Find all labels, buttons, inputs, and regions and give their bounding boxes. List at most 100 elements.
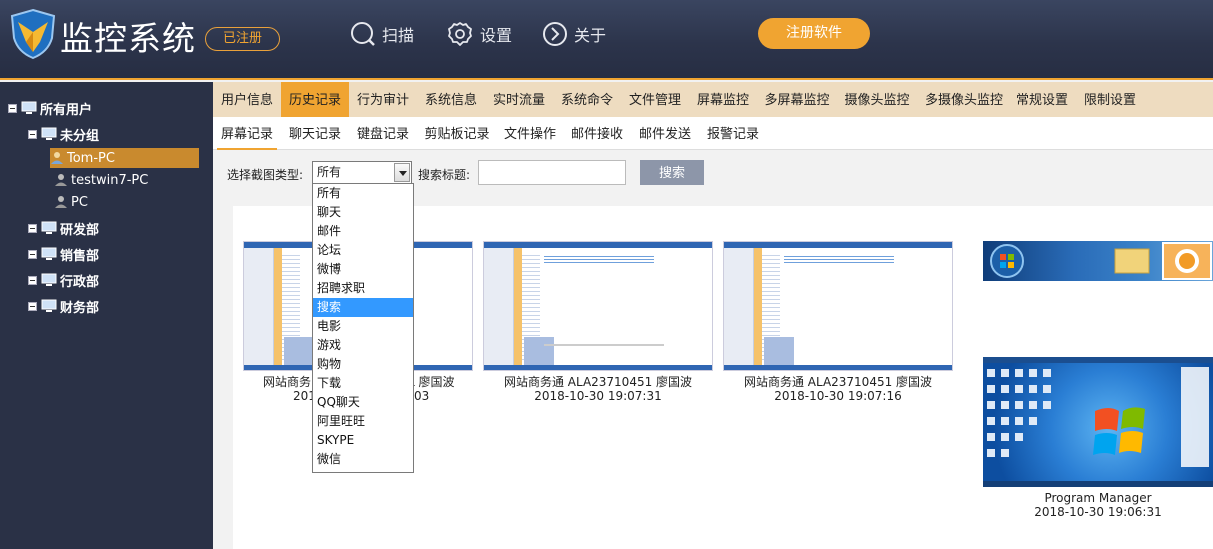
user-tree-sidebar: 所有用户 未分组 Tom-PC testwin7-PC PC 研发部 销售部 行… (0, 82, 213, 549)
computer-group-icon (41, 127, 57, 140)
screenshot-title: 网站商务通 ALA23710451 廖国波 (743, 375, 933, 389)
tree-user-pc[interactable]: PC (54, 192, 88, 212)
dropdown-option[interactable]: 阿里旺旺 (313, 412, 413, 431)
dropdown-option[interactable]: 微博 (313, 260, 413, 279)
tree-user-tom-pc[interactable]: Tom-PC (50, 148, 199, 168)
tree-group-rd[interactable]: 研发部 (28, 218, 99, 238)
register-software-button[interactable]: 注册软件 (758, 18, 870, 49)
subtab-keyboard-records[interactable]: 键盘记录 (349, 117, 417, 150)
about-nav-button[interactable]: 关于 (542, 20, 606, 48)
screenshot-time: 2018-10-30 19:07:16 (774, 389, 902, 403)
collapse-toggle-icon[interactable] (28, 223, 37, 233)
select-value: 所有 (317, 165, 342, 179)
tab-realtime-traffic[interactable]: 实时流量 (485, 82, 553, 117)
user-icon (51, 152, 63, 164)
dropdown-option[interactable]: SKYPE (313, 431, 413, 450)
dropdown-option[interactable]: 招聘求职 (313, 279, 413, 298)
dropdown-option-highlighted[interactable]: 搜索 (313, 298, 413, 317)
tab-system-info[interactable]: 系统信息 (417, 82, 485, 117)
screenshot-title: Program Manager (1044, 491, 1152, 505)
tree-label: 所有用户 (40, 102, 93, 118)
registered-badge: 已注册 (205, 27, 280, 51)
tree-group-admin[interactable]: 行政部 (28, 270, 99, 290)
screenshot-type-select[interactable]: 所有 (312, 161, 412, 184)
tree-label: 未分组 (60, 128, 100, 144)
collapse-toggle-icon[interactable] (8, 103, 17, 113)
dropdown-option[interactable]: 游戏 (313, 336, 413, 355)
dropdown-option[interactable]: QQ聊天 (313, 393, 413, 412)
tree-label: Tom-PC (67, 150, 115, 166)
user-icon (55, 196, 67, 208)
computer-group-icon (41, 221, 57, 234)
dropdown-option[interactable]: 电影 (313, 317, 413, 336)
screenshot-thumbnail[interactable] (483, 241, 713, 371)
dropdown-option[interactable]: 下载 (313, 374, 413, 393)
screenshot-thumbnail[interactable] (983, 357, 1213, 487)
settings-nav-button[interactable]: 设置 (446, 20, 512, 48)
screenshot-time: 03 (414, 389, 430, 403)
taskbar-preview-icon (990, 242, 1212, 280)
tree-label: 销售部 (60, 248, 100, 264)
tree-label: 研发部 (60, 222, 100, 238)
tab-general-settings[interactable]: 常规设置 (1011, 82, 1073, 117)
tab-user-info[interactable]: 用户信息 (213, 82, 281, 117)
subtab-alarm-records[interactable]: 报警记录 (699, 117, 767, 150)
computer-group-icon (21, 101, 37, 114)
user-icon (55, 174, 67, 186)
tree-group-sales[interactable]: 销售部 (28, 244, 99, 264)
tree-group-finance[interactable]: 财务部 (28, 296, 99, 316)
settings-label: 设置 (480, 26, 513, 45)
app-title: 监控系统 (60, 19, 196, 58)
scan-label: 扫描 (382, 26, 415, 45)
tree-label: 行政部 (60, 274, 100, 290)
tab-screen-monitor[interactable]: 屏幕监控 (689, 82, 757, 117)
desktop-preview-icon (983, 357, 1213, 487)
computer-group-icon (41, 299, 57, 312)
dropdown-option[interactable]: 论坛 (313, 241, 413, 260)
tree-user-testwin7-pc[interactable]: testwin7-PC (54, 170, 148, 190)
dropdown-option[interactable]: 微信 (313, 450, 413, 469)
tab-multi-screen-monitor[interactable]: 多屏幕监控 (757, 82, 837, 117)
computer-group-icon (41, 273, 57, 286)
subtab-mail-sent[interactable]: 邮件发送 (631, 117, 699, 150)
collapse-toggle-icon[interactable] (28, 249, 37, 259)
subtab-chat-records[interactable]: 聊天记录 (281, 117, 349, 150)
secondary-tab-bar: 屏幕记录 聊天记录 键盘记录 剪贴板记录 文件操作 邮件接收 邮件发送 报警记录 (213, 117, 1213, 150)
collapse-toggle-icon[interactable] (28, 301, 37, 311)
tree-root-all-users[interactable]: 所有用户 (8, 98, 92, 118)
tab-multi-camera-monitor[interactable]: 多摄像头监控 (917, 82, 1011, 117)
tree-label: 财务部 (60, 300, 100, 316)
screenshot-thumbnail[interactable] (983, 241, 1213, 281)
collapse-toggle-icon[interactable] (28, 129, 37, 139)
screenshot-type-label: 选择截图类型: (227, 168, 304, 182)
chevron-down-icon[interactable] (394, 163, 410, 182)
subtab-file-operations[interactable]: 文件操作 (497, 117, 563, 150)
collapse-toggle-icon[interactable] (28, 275, 37, 285)
tab-restriction-settings[interactable]: 限制设置 (1073, 82, 1147, 117)
search-button[interactable]: 搜索 (640, 160, 704, 185)
screenshot-type-dropdown: 所有 聊天 邮件 论坛 微博 招聘求职 搜索 电影 游戏 购物 下载 QQ聊天 … (312, 183, 414, 473)
tree-label: testwin7-PC (71, 172, 149, 188)
subtab-clipboard-records[interactable]: 剪贴板记录 (417, 117, 497, 150)
search-title-label: 搜索标题: (418, 168, 471, 182)
tree-group-ungrouped[interactable]: 未分组 (28, 124, 99, 144)
tab-camera-monitor[interactable]: 摄像头监控 (837, 82, 917, 117)
screenshot-time: 2018-10-30 19:06:31 (1034, 505, 1162, 519)
dropdown-option[interactable]: 聊天 (313, 203, 413, 222)
tab-system-command[interactable]: 系统命令 (553, 82, 621, 117)
dropdown-option[interactable]: 购物 (313, 355, 413, 374)
dropdown-option[interactable]: 所有 (313, 184, 413, 203)
screenshot-thumbnail[interactable] (723, 241, 953, 371)
search-title-input[interactable] (478, 160, 626, 185)
tab-behavior-audit[interactable]: 行为审计 (349, 82, 417, 117)
scan-nav-button[interactable]: 扫描 (350, 20, 414, 48)
screenshot-time: 2018-10-30 19:07:31 (534, 389, 662, 403)
subtab-screen-records[interactable]: 屏幕记录 (213, 117, 281, 150)
dropdown-option[interactable]: 邮件 (313, 222, 413, 241)
app-header: 监控系统 已注册 扫描 设置 关于 注册软件 (0, 0, 1213, 80)
tab-file-manager[interactable]: 文件管理 (621, 82, 689, 117)
search-icon (351, 22, 375, 46)
tab-history[interactable]: 历史记录 (281, 82, 349, 117)
primary-tab-bar: 用户信息 历史记录 行为审计 系统信息 实时流量 系统命令 文件管理 屏幕监控 … (213, 82, 1213, 117)
subtab-mail-received[interactable]: 邮件接收 (563, 117, 631, 150)
